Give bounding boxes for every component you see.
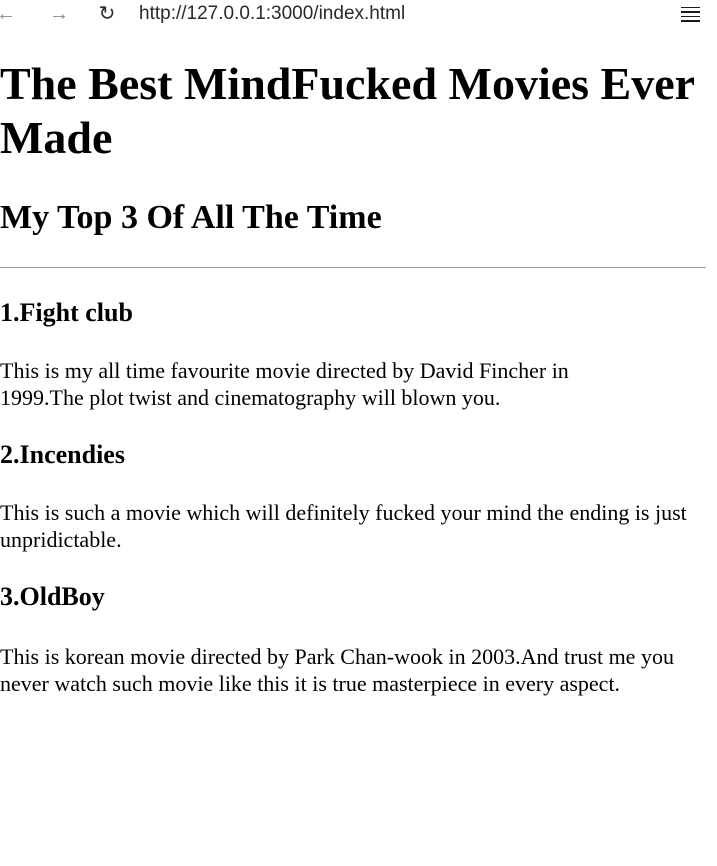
browser-toolbar: ← → ↻ http://127.0.0.1:3000/index.html — [0, 0, 717, 28]
menu-line — [681, 20, 700, 22]
menu-icon[interactable] — [681, 3, 703, 25]
page-title: The Best MindFucked Movies Ever Made — [0, 58, 695, 163]
movie-description: This is korean movie directed by Park Ch… — [0, 644, 674, 696]
forward-arrow-icon[interactable]: → — [46, 1, 72, 27]
movie-title: 1.Fight club — [0, 298, 133, 327]
menu-line — [681, 11, 700, 13]
movie-description: This is such a movie which will definite… — [0, 500, 687, 552]
page-subtitle: My Top 3 Of All The Time — [0, 199, 382, 236]
address-bar[interactable]: http://127.0.0.1:3000/index.html — [139, 3, 405, 25]
movie-title: 2.Incendies — [0, 440, 125, 469]
movie-description: This is my all time favourite movie dire… — [0, 358, 569, 410]
divider — [0, 267, 706, 268]
reload-icon[interactable]: ↻ — [94, 1, 120, 27]
menu-line — [681, 6, 700, 8]
menu-line — [681, 15, 700, 17]
movie-title: 3.OldBoy — [0, 582, 105, 611]
back-arrow-icon[interactable]: ← — [0, 1, 19, 27]
